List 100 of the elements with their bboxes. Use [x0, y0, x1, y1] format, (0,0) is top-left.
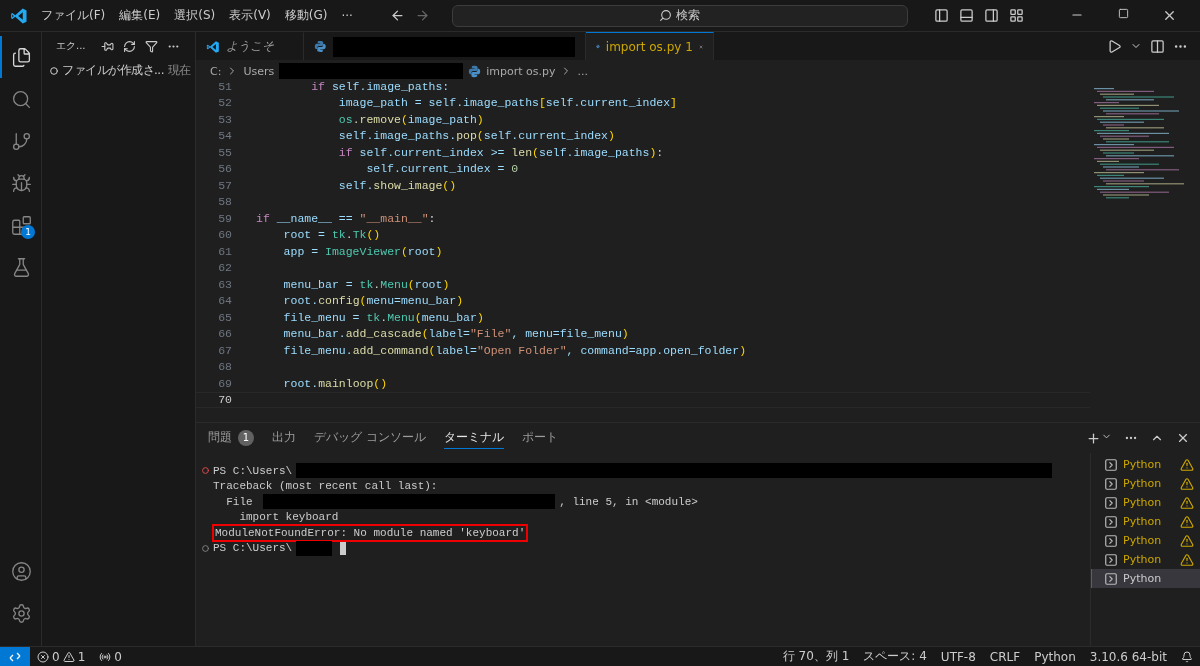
code-line: if __name__ == "__main__": [255, 211, 436, 225]
code-line: root.mainloop() [282, 376, 388, 390]
filter-icon[interactable] [144, 39, 158, 53]
problems-status[interactable]: 0 1 [30, 649, 93, 664]
line-number: 60 [217, 228, 233, 242]
menu-item[interactable]: 移動(G) [277, 7, 335, 24]
forward-icon[interactable] [414, 8, 430, 23]
search-icon [11, 88, 32, 110]
code-line: app = ImageViewer(root) [282, 244, 443, 258]
terminal-list-item[interactable]: Python [1091, 569, 1200, 588]
panel-tab[interactable]: 問題 1 [208, 427, 254, 449]
code-line: file_menu.add_command(label="Open Folder", command=app.open_folder) [282, 343, 747, 357]
terminal-list-item[interactable]: Python [1091, 550, 1200, 569]
line-number: 68 [217, 360, 233, 374]
branch-icon [11, 130, 32, 152]
menu-item[interactable]: ··· [334, 8, 360, 23]
menu-item[interactable]: 表示(V) [222, 7, 278, 24]
activity-bar-button[interactable]: 1 [0, 204, 41, 246]
terminal-icon [1104, 552, 1118, 567]
blocks-icon [11, 214, 32, 236]
line-number: 70 [217, 393, 233, 407]
back-icon[interactable] [389, 8, 405, 23]
close-icon[interactable] [1176, 431, 1190, 445]
settings-icon[interactable] [11, 602, 32, 624]
line-number: 65 [217, 310, 233, 324]
panel-tab[interactable]: ターミナル [443, 427, 504, 449]
terminal-list-item[interactable]: Python [1091, 531, 1200, 550]
panel-tab[interactable]: デバッグ コンソール [314, 427, 426, 449]
line-number: 58 [217, 195, 233, 209]
line-number: 63 [217, 277, 233, 291]
terminal-list-item[interactable]: Python [1091, 474, 1200, 493]
ports-status[interactable]: 0 [92, 649, 129, 664]
app-logo-icon [206, 39, 220, 54]
files-icon [11, 46, 32, 68]
remote-button[interactable] [0, 646, 30, 666]
bell-icon[interactable] [1181, 650, 1193, 663]
panel-left-icon[interactable] [934, 8, 949, 23]
breadcrumb-item[interactable]: import os.py [486, 64, 556, 78]
line-number: 52 [217, 96, 233, 110]
refresh-icon[interactable] [122, 39, 136, 53]
terminal-icon [1104, 533, 1118, 548]
line-number: 66 [217, 327, 233, 341]
timeline-item[interactable]: ファイルが作成さ... [62, 62, 164, 79]
code-line: root = tk.Tk() [282, 228, 381, 242]
run-icon[interactable] [1107, 38, 1122, 54]
status-item[interactable]: 3.10.6 64-bit [1082, 649, 1174, 664]
warning-count: 1 [77, 649, 86, 664]
plus-icon[interactable] [1086, 430, 1101, 446]
search-field[interactable]: 検索 [451, 4, 908, 27]
code-line: self.image_paths.pop(self.current_index) [337, 129, 615, 143]
menu-item[interactable]: 選択(S) [167, 7, 223, 24]
breadcrumb-item[interactable]: C: [210, 64, 222, 78]
terminal-list-item[interactable]: Python [1091, 512, 1200, 531]
code-line: image_path = self.image_paths[self.current_index] [337, 96, 677, 110]
count-badge: 1 [21, 225, 35, 239]
code-line: root.config(menu=menu_bar) [282, 294, 464, 308]
terminal-line: , line 5, in <module> [559, 495, 698, 508]
terminal-line: PS C:\Users\ [213, 542, 293, 555]
line-number: 56 [217, 162, 233, 176]
code-line: self.show_image() [337, 178, 457, 192]
warning-icon [62, 650, 75, 663]
menu-item[interactable]: 編集(E) [112, 7, 168, 24]
sidebar-title: エク... [56, 39, 86, 53]
error-count: 0 [52, 649, 60, 664]
python-icon [314, 40, 327, 53]
antenna-icon [99, 650, 112, 663]
remote-icon [9, 650, 21, 663]
code-line: self.current_index = 0 [365, 162, 519, 176]
status-item[interactable]: UTF-8 [933, 649, 983, 664]
terminal-line: import keyboard [238, 511, 339, 524]
account-icon[interactable] [11, 560, 32, 582]
terminal-list-item[interactable]: Python [1091, 493, 1200, 512]
port-count: 0 [114, 649, 122, 664]
maximize-icon[interactable] [1117, 8, 1129, 19]
terminal-icon [1104, 476, 1118, 491]
panel-tab[interactable]: 出力 [272, 427, 296, 449]
count-badge: 1 [238, 429, 254, 446]
terminal-list-item[interactable]: Python [1091, 455, 1200, 474]
panel-tab[interactable]: ポート [521, 427, 558, 449]
pin-icon[interactable] [100, 39, 114, 53]
app-logo-icon [10, 6, 28, 25]
layout-icon[interactable] [1009, 8, 1024, 23]
line-number: 51 [217, 82, 233, 93]
status-item[interactable]: Python [1027, 649, 1083, 664]
panel-right-icon[interactable] [984, 8, 999, 23]
terminal-icon [1104, 571, 1118, 586]
terminal-icon [1104, 457, 1118, 472]
status-item[interactable]: スペース: 4 [856, 648, 934, 665]
terminal-line: File [225, 495, 254, 508]
status-item[interactable]: 行 70、列 1 [775, 648, 857, 665]
breadcrumb-item[interactable]: Users [243, 64, 275, 78]
line-number: 54 [217, 129, 233, 143]
editor-tab[interactable]: import os.py 1 [586, 32, 714, 60]
terminal-line: Traceback (most recent call last): [213, 480, 438, 493]
breadcrumb-item[interactable]: ... [577, 64, 588, 78]
status-item[interactable]: CRLF [982, 649, 1028, 664]
menu-item[interactable]: ファイル(F) [34, 7, 113, 24]
split-editor-icon[interactable] [1150, 38, 1165, 54]
line-number: 53 [217, 112, 233, 126]
panel-bottom-icon[interactable] [959, 8, 974, 23]
